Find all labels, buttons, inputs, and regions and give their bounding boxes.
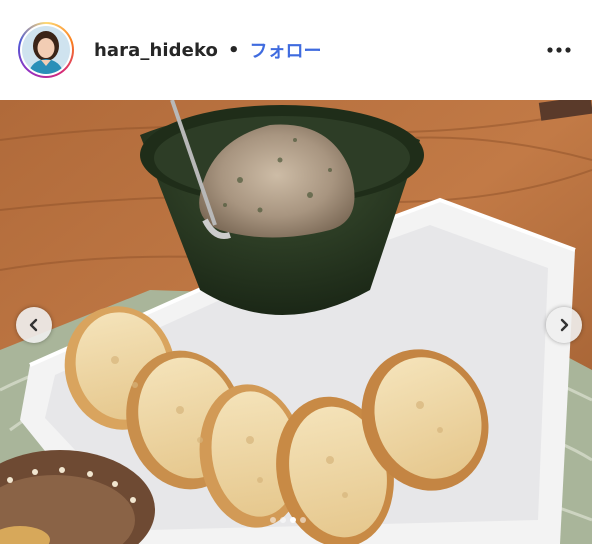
post-header: hara_hideko • フォロー	[0, 0, 592, 100]
carousel-prev-button[interactable]	[16, 307, 52, 343]
chevron-left-icon	[29, 318, 38, 332]
carousel-dot	[280, 517, 286, 523]
instagram-post: hara_hideko • フォロー	[0, 0, 592, 544]
carousel-indicator	[270, 517, 306, 523]
separator-dot: •	[228, 39, 240, 61]
avatar-image	[22, 26, 70, 74]
carousel-dot	[300, 517, 306, 523]
follow-button[interactable]: フォロー	[250, 37, 322, 63]
more-options-button[interactable]	[546, 37, 572, 63]
post-photo[interactable]	[0, 100, 592, 544]
avatar[interactable]	[18, 22, 74, 78]
chevron-right-icon	[560, 318, 569, 332]
username[interactable]: hara_hideko	[94, 40, 218, 61]
carousel-dot	[270, 517, 276, 523]
carousel-next-button[interactable]	[546, 307, 582, 343]
more-horizontal-icon	[547, 47, 571, 53]
carousel-dot-active	[290, 517, 296, 523]
